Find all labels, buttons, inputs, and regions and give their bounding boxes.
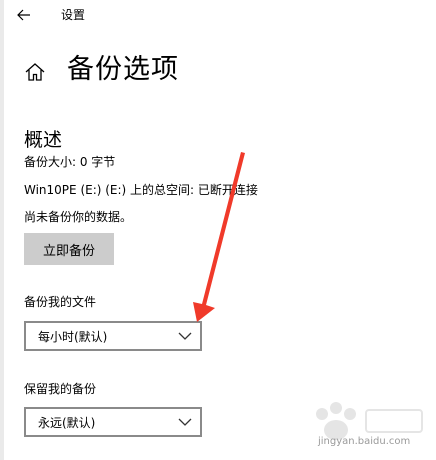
- backup-now-button[interactable]: 立即备份: [24, 233, 114, 265]
- settings-window: 设置 备份选项 概述 备份大小: 0 字节 Win10PE (E:) (E:) …: [0, 0, 436, 460]
- keep-backups-select[interactable]: 永远(默认): [24, 407, 202, 437]
- keep-backups-label: 保留我的备份: [24, 382, 97, 396]
- baidu-watermark-logo: [316, 402, 423, 440]
- not-backed-up-text: 尚未备份你的数据。: [24, 210, 133, 224]
- backup-frequency-value: 每小时(默认): [38, 330, 108, 344]
- app-title: 设置: [61, 8, 86, 22]
- left-edge-strip: [0, 0, 4, 460]
- keep-backups-value: 永远(默认): [38, 416, 96, 430]
- chevron-down-icon: [178, 332, 192, 340]
- backup-size-text: 备份大小: 0 字节: [24, 155, 116, 169]
- back-button[interactable]: [12, 4, 36, 26]
- home-icon[interactable]: [24, 61, 46, 83]
- watermark-text: jingyan.baidu.com: [318, 436, 411, 447]
- backup-files-label: 备份我的文件: [24, 295, 97, 309]
- overview-heading: 概述: [24, 129, 63, 151]
- total-space-text: Win10PE (E:) (E:) 上的总空间: 已断开连接: [24, 183, 258, 197]
- arrow-left-icon: [17, 9, 30, 21]
- page-title: 备份选项: [67, 54, 179, 85]
- backup-frequency-select[interactable]: 每小时(默认): [24, 321, 202, 351]
- chevron-down-icon: [178, 418, 192, 426]
